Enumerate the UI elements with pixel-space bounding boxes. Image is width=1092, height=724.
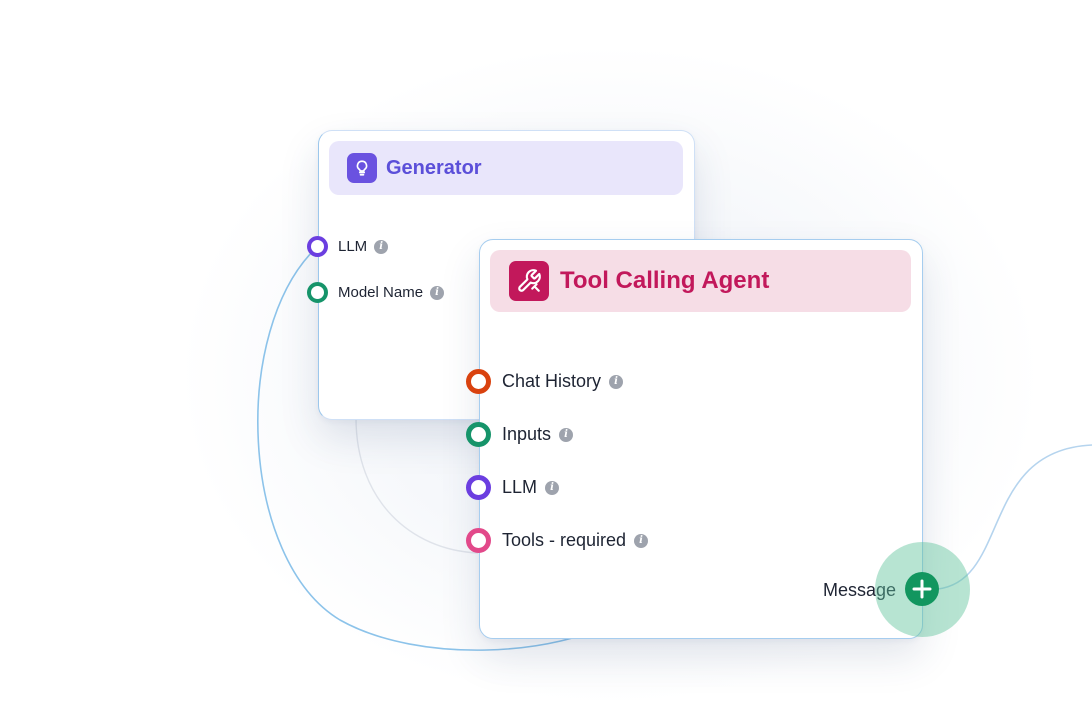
generator-port-label: Model Name (338, 284, 424, 301)
inputs-handle[interactable] (466, 422, 491, 447)
flow-canvas[interactable]: Generator LLM i Model Name i Tool Callin… (0, 0, 1092, 724)
info-icon[interactable]: i (545, 480, 560, 495)
info-icon[interactable]: i (430, 285, 445, 300)
agent-port-tools: Tools - required i (466, 528, 649, 553)
agent-port-inputs: Inputs i (466, 422, 574, 447)
chat-history-handle[interactable] (466, 369, 491, 394)
generator-llm-handle[interactable] (307, 236, 328, 257)
agent-llm-handle[interactable] (466, 475, 491, 500)
tools-handle[interactable] (466, 528, 491, 553)
agent-header[interactable]: Tool Calling Agent (490, 250, 911, 312)
generator-model-name-handle[interactable] (307, 282, 328, 303)
lightbulb-icon (347, 153, 377, 183)
info-icon[interactable]: i (374, 239, 389, 254)
agent-port-label: Inputs (502, 424, 552, 444)
info-icon[interactable]: i (559, 427, 574, 442)
plus-icon (912, 579, 932, 599)
info-icon[interactable]: i (634, 533, 649, 548)
agent-port-chat-history: Chat History i (466, 369, 624, 394)
tools-icon (509, 261, 549, 301)
agent-port-label: LLM (502, 477, 538, 497)
agent-port-label: Chat History (502, 371, 602, 391)
wire-generator-model-name (355, 417, 479, 554)
generator-title: Generator (386, 156, 482, 179)
generator-port-label: LLM (338, 238, 368, 255)
agent-port-llm: LLM i (466, 475, 560, 500)
tool-calling-agent-node[interactable]: Tool Calling Agent Chat History i Inputs… (466, 239, 923, 639)
generator-port-model-name: Model Name i (307, 282, 445, 303)
add-connection-button[interactable] (905, 572, 939, 606)
generator-port-llm: LLM i (307, 236, 389, 257)
agent-title: Tool Calling Agent (560, 267, 770, 294)
generator-header[interactable]: Generator (329, 141, 683, 195)
agent-port-label: Tools - required (502, 530, 627, 550)
info-icon[interactable]: i (609, 374, 624, 389)
